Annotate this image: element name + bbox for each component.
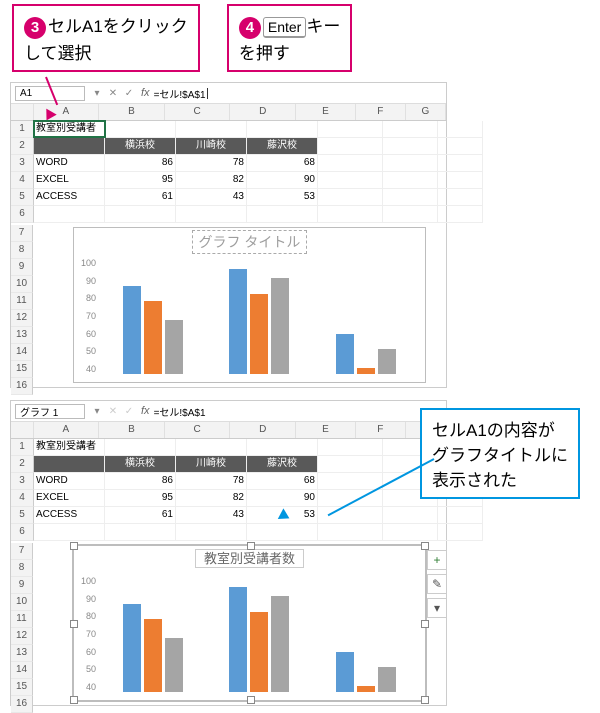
chart-bars-2: [100, 576, 419, 692]
fx-icon[interactable]: fx: [141, 87, 150, 99]
fx-icon-2[interactable]: fx: [141, 405, 150, 417]
chart-object-after[interactable]: 78910111213141516 教室別受講者数 10090807060504…: [33, 543, 446, 705]
excel-window-before: ▾ ✕ ✓ fx =セル!$A$1 A B C D E F G 1 2 3 4 …: [10, 82, 447, 388]
enter-keycap: Enter: [263, 17, 306, 38]
enter-icon[interactable]: ✓: [121, 88, 137, 99]
row-headers: 1 2 3 4 5 6: [11, 121, 34, 223]
name-dropdown-icon[interactable]: ▾: [89, 88, 105, 99]
column-headers-2: A B C D E F G: [11, 422, 446, 439]
chart-y-axis: 100908070605040: [76, 258, 96, 374]
formula-text-2: =セル!$A$1: [154, 404, 206, 419]
step-number-4: 4: [239, 17, 261, 39]
worksheet-cells-2[interactable]: 教室別受講者数 横浜校川崎校藤沢校 WORD867868 EXCEL958290…: [34, 439, 483, 541]
formula-bar-2: ▾ ✕ ✓ fx =セル!$A$1: [11, 401, 446, 422]
worksheet-cells[interactable]: 教室別受講者数 横浜校川崎校藤沢校 WORD867868 EXCEL958290…: [34, 121, 483, 223]
callout-step-3: 3セルA1をクリック して選択: [12, 4, 200, 72]
chart-title-linked[interactable]: 教室別受講者数: [195, 549, 304, 568]
cancel-icon[interactable]: ✕: [105, 88, 121, 99]
step-number-3: 3: [24, 17, 46, 39]
chart-bars: [100, 258, 419, 374]
chart-side-buttons: + ✎ ▾: [427, 550, 447, 618]
column-headers: A B C D E F G: [11, 104, 446, 121]
cancel-icon-2: ✕: [105, 406, 121, 417]
enter-icon-2: ✓: [121, 406, 137, 417]
callout-step-4: 4Enterキー を押す: [227, 4, 352, 72]
chart-filter-icon[interactable]: ▾: [427, 598, 447, 618]
chart-brush-icon[interactable]: ✎: [427, 574, 447, 594]
excel-window-after: ▾ ✕ ✓ fx =セル!$A$1 A B C D E F G 1 2 3 4 …: [10, 400, 447, 706]
cell-a1[interactable]: 教室別受講者数: [34, 121, 105, 137]
formula-bar: ▾ ✕ ✓ fx =セル!$A$1: [11, 83, 446, 104]
chart-object-before[interactable]: 78910111213141516 グラフ タイトル 1009080706050…: [33, 225, 446, 387]
chart-title-placeholder[interactable]: グラフ タイトル: [192, 230, 308, 254]
formula-text[interactable]: =セル!$A$1: [154, 86, 206, 101]
name-box-2[interactable]: [15, 404, 85, 419]
chart-plus-icon[interactable]: +: [427, 550, 447, 570]
callout-result: セルA1の内容が グラフタイトルに 表示された: [420, 408, 580, 499]
name-dropdown-icon-2[interactable]: ▾: [89, 406, 105, 417]
